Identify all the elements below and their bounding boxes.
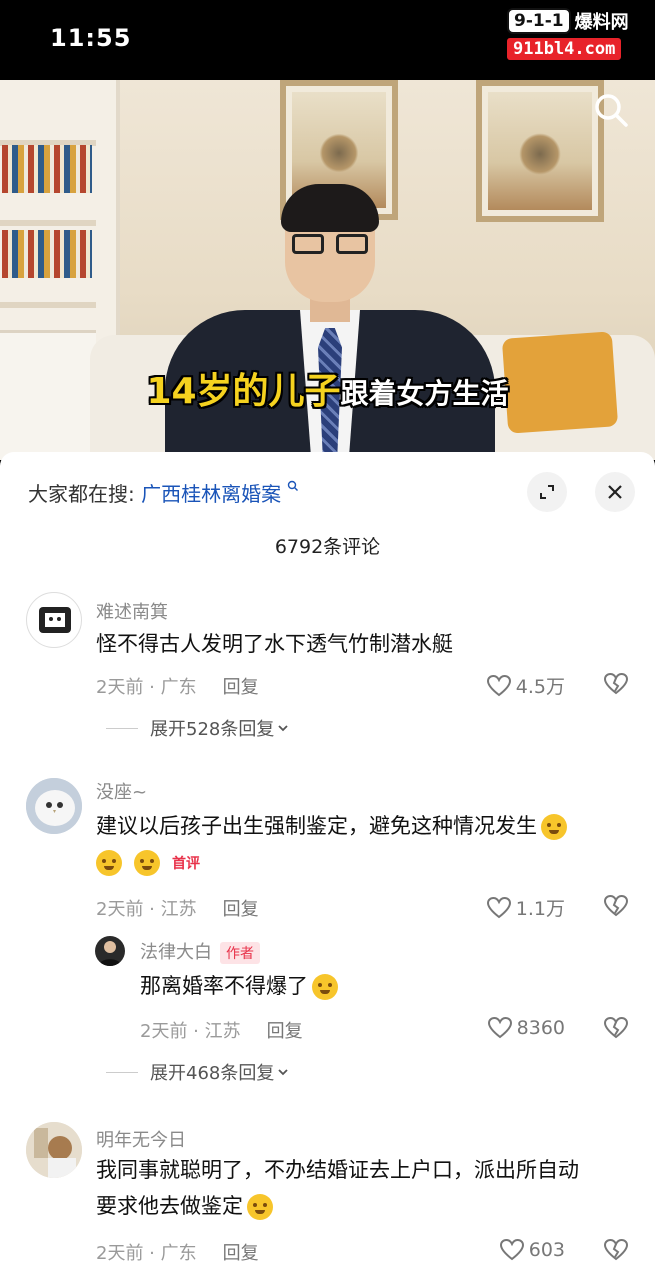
reply-button[interactable]: 回复: [223, 1243, 259, 1264]
avatar[interactable]: [26, 592, 82, 648]
comment-meta: 2天前 · 广东 回复: [96, 1239, 259, 1265]
comment-count: 6792条评论: [274, 536, 381, 558]
comments-panel: 大家都在搜: 广西桂林离婚案 6792条评论 难述南箕 怪不得古人发明了水下透气…: [0, 452, 655, 1280]
divider: [106, 727, 138, 729]
hot-search-term[interactable]: 广西桂林离婚案: [141, 482, 281, 506]
expand-icon[interactable]: [527, 472, 567, 512]
comment-meta: 2天前 · 广东 回复: [96, 673, 259, 699]
dislike-button[interactable]: [603, 672, 629, 700]
comment-username[interactable]: 明年无今日: [96, 1126, 186, 1152]
avatar[interactable]: [95, 936, 125, 966]
comment-text: 建议以后孩子出生强制鉴定，避免这种情况发生: [96, 808, 626, 844]
like-button[interactable]: 4.5万: [486, 672, 565, 699]
comment-username[interactable]: 没座~: [96, 778, 147, 804]
reply-text: 那离婚率不得爆了: [140, 968, 620, 1004]
author-badge: 作者: [220, 942, 260, 964]
comment-text: 怪不得古人发明了水下透气竹制潜水艇: [96, 632, 453, 656]
comment-text: 我同事就聪明了，不办结婚证去上户口，派出所自动 要求他去做鉴定: [96, 1152, 626, 1224]
broken-heart-icon: [603, 894, 629, 917]
dislike-button[interactable]: [603, 894, 629, 922]
watermark-url: 911bl4.com: [507, 38, 622, 60]
heart-icon: [499, 1238, 524, 1261]
chevron-down-icon: [278, 1069, 288, 1076]
broken-heart-icon: [603, 1238, 629, 1261]
smile-emoji-icon: [247, 1194, 273, 1220]
reply-text-body: 那离婚率不得爆了: [140, 974, 308, 998]
reply-time-location: 2天前 · 江苏: [140, 1021, 241, 1042]
like-count: 1.1万: [515, 898, 565, 920]
kiss-emoji-icon: [134, 850, 160, 876]
comment-time-location: 2天前 · 广东: [96, 1243, 197, 1264]
watermark-logo: 9-1-1: [507, 8, 571, 34]
like-button[interactable]: 8360: [487, 1016, 565, 1040]
expand-replies-button[interactable]: 展开468条回复: [106, 1059, 290, 1085]
video-player[interactable]: 14岁的儿子跟着女方生活: [0, 80, 655, 460]
search-icon[interactable]: [591, 90, 631, 130]
small-search-icon: [288, 480, 299, 491]
painting-right: [476, 80, 604, 222]
watermark: 9-1-1 爆料网 911bl4.com: [507, 8, 647, 64]
reply-button[interactable]: 回复: [267, 1021, 303, 1042]
avatar[interactable]: [26, 1122, 82, 1178]
comment-emoji-row: 首评: [96, 850, 200, 876]
like-count: 8360: [516, 1017, 565, 1039]
expand-replies-button[interactable]: 展开528条回复: [106, 715, 290, 741]
hot-search-prefix: 大家都在搜:: [28, 482, 135, 506]
dislike-button[interactable]: [603, 1016, 629, 1044]
broken-heart-icon: [603, 1016, 629, 1039]
first-comment-badge: 首评: [172, 856, 200, 872]
comment-text-line-end: 要求他去做鉴定: [96, 1188, 626, 1224]
status-time: 11:55: [50, 24, 132, 52]
like-button[interactable]: 1.1万: [486, 894, 565, 921]
comment-text-line: 我同事就聪明了，不办结婚证去上户口，派出所自动: [96, 1158, 579, 1182]
like-count: 603: [528, 1239, 565, 1261]
presenter: [165, 180, 495, 460]
expand-replies-label: 展开468条回复: [150, 1063, 275, 1084]
broken-heart-icon: [603, 672, 629, 695]
like-count: 4.5万: [515, 676, 565, 698]
heart-icon: [486, 896, 511, 918]
comment-time-location: 2天前 · 江苏: [96, 899, 197, 920]
kiss-emoji-icon: [541, 814, 567, 840]
divider: [106, 1071, 138, 1073]
watermark-name: 爆料网: [574, 12, 629, 33]
caption-highlight: 14岁的儿子: [146, 371, 341, 412]
dislike-button[interactable]: [603, 1238, 629, 1266]
reply-username-text: 法律大白: [140, 942, 212, 963]
laugh-cry-emoji-icon: [312, 974, 338, 1000]
hot-search-bar[interactable]: 大家都在搜: 广西桂林离婚案: [28, 478, 299, 507]
chevron-down-icon: [278, 725, 288, 732]
heart-icon: [487, 1016, 512, 1039]
reply-button[interactable]: 回复: [223, 899, 259, 920]
video-caption: 14岁的儿子跟着女方生活: [0, 362, 655, 414]
heart-icon: [486, 674, 511, 696]
status-bar: 11:55 9-1-1 爆料网 911bl4.com: [0, 0, 655, 80]
reply-meta: 2天前 · 江苏 回复: [140, 1017, 303, 1043]
reply-username[interactable]: 法律大白 作者: [140, 938, 260, 964]
expand-replies-label: 展开528条回复: [150, 719, 275, 740]
comment-text-body: 建议以后孩子出生强制鉴定，避免这种情况发生: [96, 814, 537, 838]
reply-button[interactable]: 回复: [223, 677, 259, 698]
comment-text-line: 要求他去做鉴定: [96, 1194, 243, 1218]
caption-rest: 跟着女方生活: [340, 377, 509, 410]
kiss-emoji-icon: [96, 850, 122, 876]
comment-meta: 2天前 · 江苏 回复: [96, 895, 259, 921]
close-icon[interactable]: [595, 472, 635, 512]
comment-time-location: 2天前 · 广东: [96, 677, 197, 698]
like-button[interactable]: 603: [499, 1238, 565, 1262]
avatar[interactable]: [26, 778, 82, 834]
comment-username[interactable]: 难述南箕: [96, 598, 168, 624]
